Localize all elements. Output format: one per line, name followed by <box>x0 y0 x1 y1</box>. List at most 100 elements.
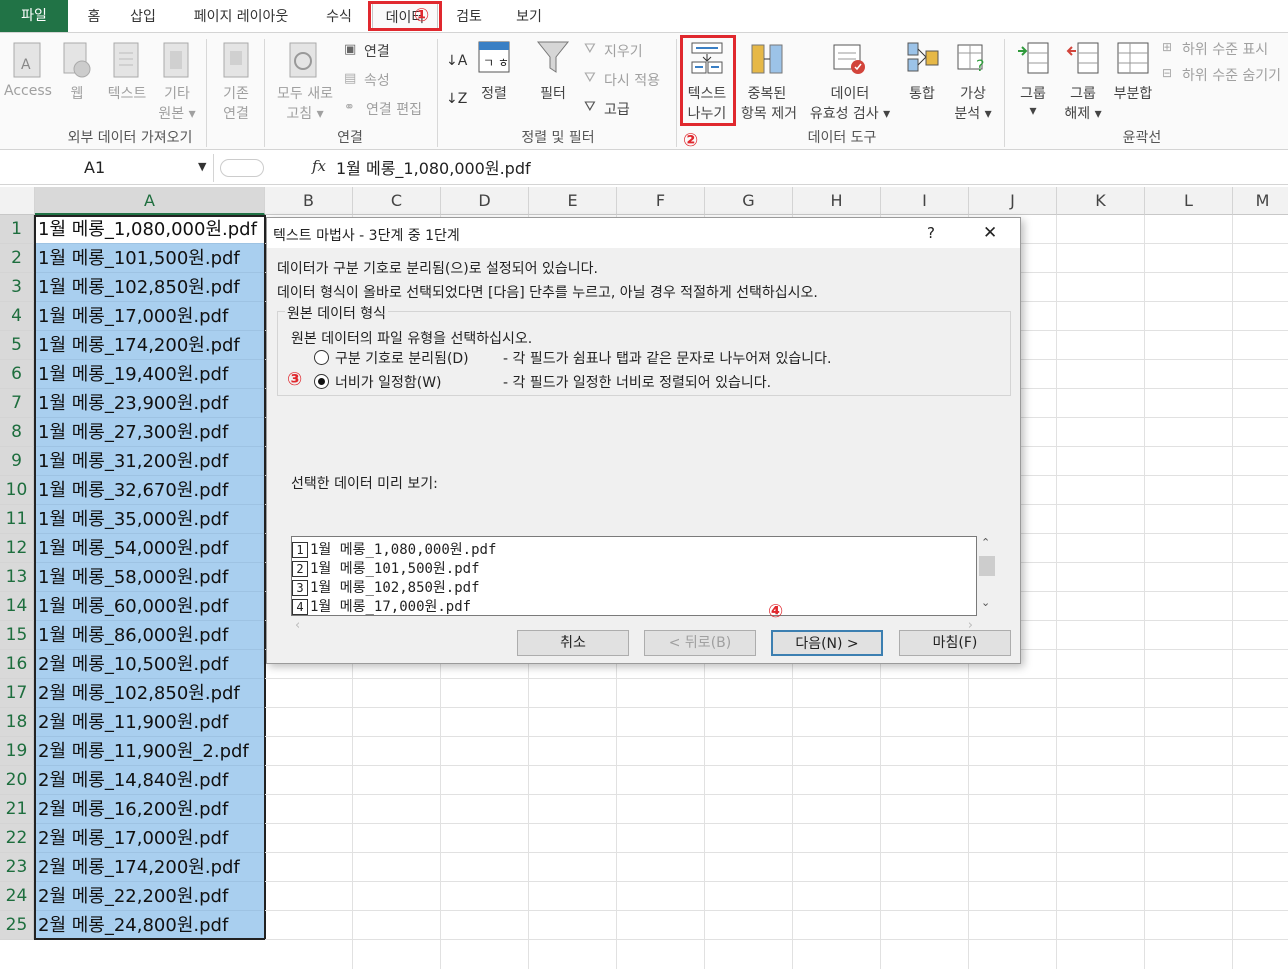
fixed-width-radio[interactable] <box>314 374 329 389</box>
row-header[interactable]: 6 <box>0 360 34 389</box>
row-header[interactable]: 9 <box>0 447 34 476</box>
back-button[interactable]: < 뒤로(B) <box>644 630 756 656</box>
what-if-analysis-button[interactable]: 가상 <box>954 83 992 103</box>
row-header[interactable]: 24 <box>0 882 34 911</box>
formula-bar-splitter-handle[interactable] <box>220 159 264 177</box>
connections-button[interactable]: 연결 <box>364 41 390 61</box>
data-validation-dropdown[interactable]: 유효성 검사 ▾ <box>802 103 898 123</box>
preview-vertical-scrollbar[interactable]: ⌃ ⌄ <box>977 536 997 616</box>
access-button[interactable]: Access <box>4 83 52 99</box>
finish-button[interactable]: 마침(F) <box>899 630 1011 656</box>
column-header-b[interactable]: B <box>265 187 353 215</box>
other-sources-button[interactable]: 기타 <box>156 83 198 103</box>
refresh-all-button[interactable]: 모두 새로 <box>270 83 340 103</box>
column-header-e[interactable]: E <box>529 187 617 215</box>
what-if-analysis-dropdown[interactable]: 분석 ▾ <box>946 103 1000 123</box>
fixed-width-label[interactable]: 너비가 일정함(W) <box>335 372 442 392</box>
column-header-c[interactable]: C <box>353 187 441 215</box>
row-header[interactable]: 21 <box>0 795 34 824</box>
row-header[interactable]: 18 <box>0 708 34 737</box>
row-header[interactable]: 4 <box>0 302 34 331</box>
row-header[interactable]: 10 <box>0 476 34 505</box>
column-header-a[interactable]: A <box>35 187 265 215</box>
formula-input[interactable]: 1월 메롱_1,080,000원.pdf <box>336 155 531 179</box>
remove-duplicates-button[interactable]: 중복된 <box>744 83 790 103</box>
subtotal-button[interactable]: 부분합 <box>1108 83 1158 103</box>
data-validation-button[interactable]: 데이터 <box>822 83 878 103</box>
row-header[interactable]: 17 <box>0 679 34 708</box>
chevron-up-icon[interactable]: ⌃ <box>981 536 990 549</box>
filter-button[interactable]: 필터 <box>534 83 572 103</box>
row-header[interactable]: 14 <box>0 592 34 621</box>
data-preview[interactable]: 1 1월 메롱_1,080,000원.pdf 2 1월 메롱_101,500원.pdf… <box>291 536 977 616</box>
row-header[interactable]: 16 <box>0 650 34 679</box>
column-header-j[interactable]: J <box>969 187 1057 215</box>
cancel-button[interactable]: 취소 <box>517 630 629 656</box>
next-button[interactable]: 다음(N) > <box>771 630 883 656</box>
scrollbar-thumb[interactable] <box>979 556 995 576</box>
tab-file[interactable]: 파일 <box>0 0 68 32</box>
tab-home[interactable]: 홈 <box>80 3 108 31</box>
refresh-all-dropdown[interactable]: 고침 ▾ <box>276 103 334 123</box>
row-header[interactable]: 22 <box>0 824 34 853</box>
column-header-d[interactable]: D <box>441 187 529 215</box>
chevron-down-icon[interactable]: ⌄ <box>981 596 990 609</box>
column-header-k[interactable]: K <box>1057 187 1145 215</box>
delimited-radio[interactable] <box>314 350 329 365</box>
sort-descending-icon[interactable]: ↓Z <box>446 91 467 107</box>
consolidate-button[interactable]: 통합 <box>900 83 944 103</box>
row-header[interactable]: 13 <box>0 563 34 592</box>
tab-view[interactable]: 보기 <box>508 3 550 31</box>
column-header-h[interactable]: H <box>793 187 881 215</box>
chevron-left-icon[interactable]: ‹ <box>295 618 300 633</box>
column-header-l[interactable]: L <box>1145 187 1233 215</box>
annotation-1: ① <box>414 5 430 26</box>
chevron-down-icon[interactable]: ▼ <box>198 160 206 173</box>
tab-page-layout[interactable]: 페이지 레이아웃 <box>182 3 300 31</box>
row-header[interactable]: 19 <box>0 737 34 766</box>
sort-button[interactable]: 정렬 <box>476 83 512 103</box>
other-sources-dropdown[interactable]: 원본 ▾ <box>154 103 200 123</box>
delimited-label[interactable]: 구분 기호로 분리됨(D) <box>335 348 469 368</box>
hide-detail-button[interactable]: 하위 수준 숨기기 <box>1182 65 1281 85</box>
column-header-f[interactable]: F <box>617 187 705 215</box>
row-header[interactable]: 8 <box>0 418 34 447</box>
existing-connections-button[interactable]: 기존 <box>214 83 258 103</box>
properties-button[interactable]: 속성 <box>364 70 390 90</box>
row-header[interactable]: 20 <box>0 766 34 795</box>
close-icon[interactable]: ✕ <box>983 223 997 243</box>
column-header-i[interactable]: I <box>881 187 969 215</box>
row-header[interactable]: 7 <box>0 389 34 418</box>
select-all-corner[interactable] <box>0 187 35 215</box>
row-header[interactable]: 12 <box>0 534 34 563</box>
clear-filter-button[interactable]: 지우기 <box>604 41 643 61</box>
show-detail-button[interactable]: 하위 수준 표시 <box>1182 39 1268 59</box>
tab-insert[interactable]: 삽입 <box>122 3 164 31</box>
row-header[interactable]: 11 <box>0 505 34 534</box>
from-text-button[interactable]: 텍스트 <box>104 83 150 103</box>
reapply-button[interactable]: 다시 적용 <box>604 70 660 90</box>
sort-ascending-icon[interactable]: ↓A <box>446 53 467 69</box>
column-header-m[interactable]: M <box>1233 187 1288 215</box>
row-header[interactable]: 5 <box>0 331 34 360</box>
edit-links-button[interactable]: 연결 편집 <box>366 99 422 119</box>
tab-formulas[interactable]: 수식 <box>318 3 360 31</box>
tab-review[interactable]: 검토 <box>448 3 490 31</box>
group-separator <box>264 39 265 147</box>
row-header[interactable]: 2 <box>0 244 34 273</box>
row-header[interactable]: 25 <box>0 911 34 940</box>
row-header[interactable]: 3 <box>0 273 34 302</box>
advanced-filter-button[interactable]: 고급 <box>604 99 630 119</box>
insert-function-icon[interactable]: fx <box>312 157 326 175</box>
group-button[interactable]: 그룹 <box>1014 83 1052 103</box>
ungroup-button[interactable]: 그룹 <box>1064 83 1102 103</box>
row-header[interactable]: 1 <box>0 215 34 244</box>
name-box[interactable]: A1 ▼ <box>0 154 214 182</box>
group-dropdown[interactable]: ▾ <box>1014 103 1052 119</box>
column-header-g[interactable]: G <box>705 187 793 215</box>
row-header[interactable]: 15 <box>0 621 34 650</box>
help-button[interactable]: ? <box>927 224 935 242</box>
ungroup-dropdown[interactable]: 해제 ▾ <box>1056 103 1110 123</box>
row-header[interactable]: 23 <box>0 853 34 882</box>
web-button[interactable]: 웹 <box>66 83 88 103</box>
